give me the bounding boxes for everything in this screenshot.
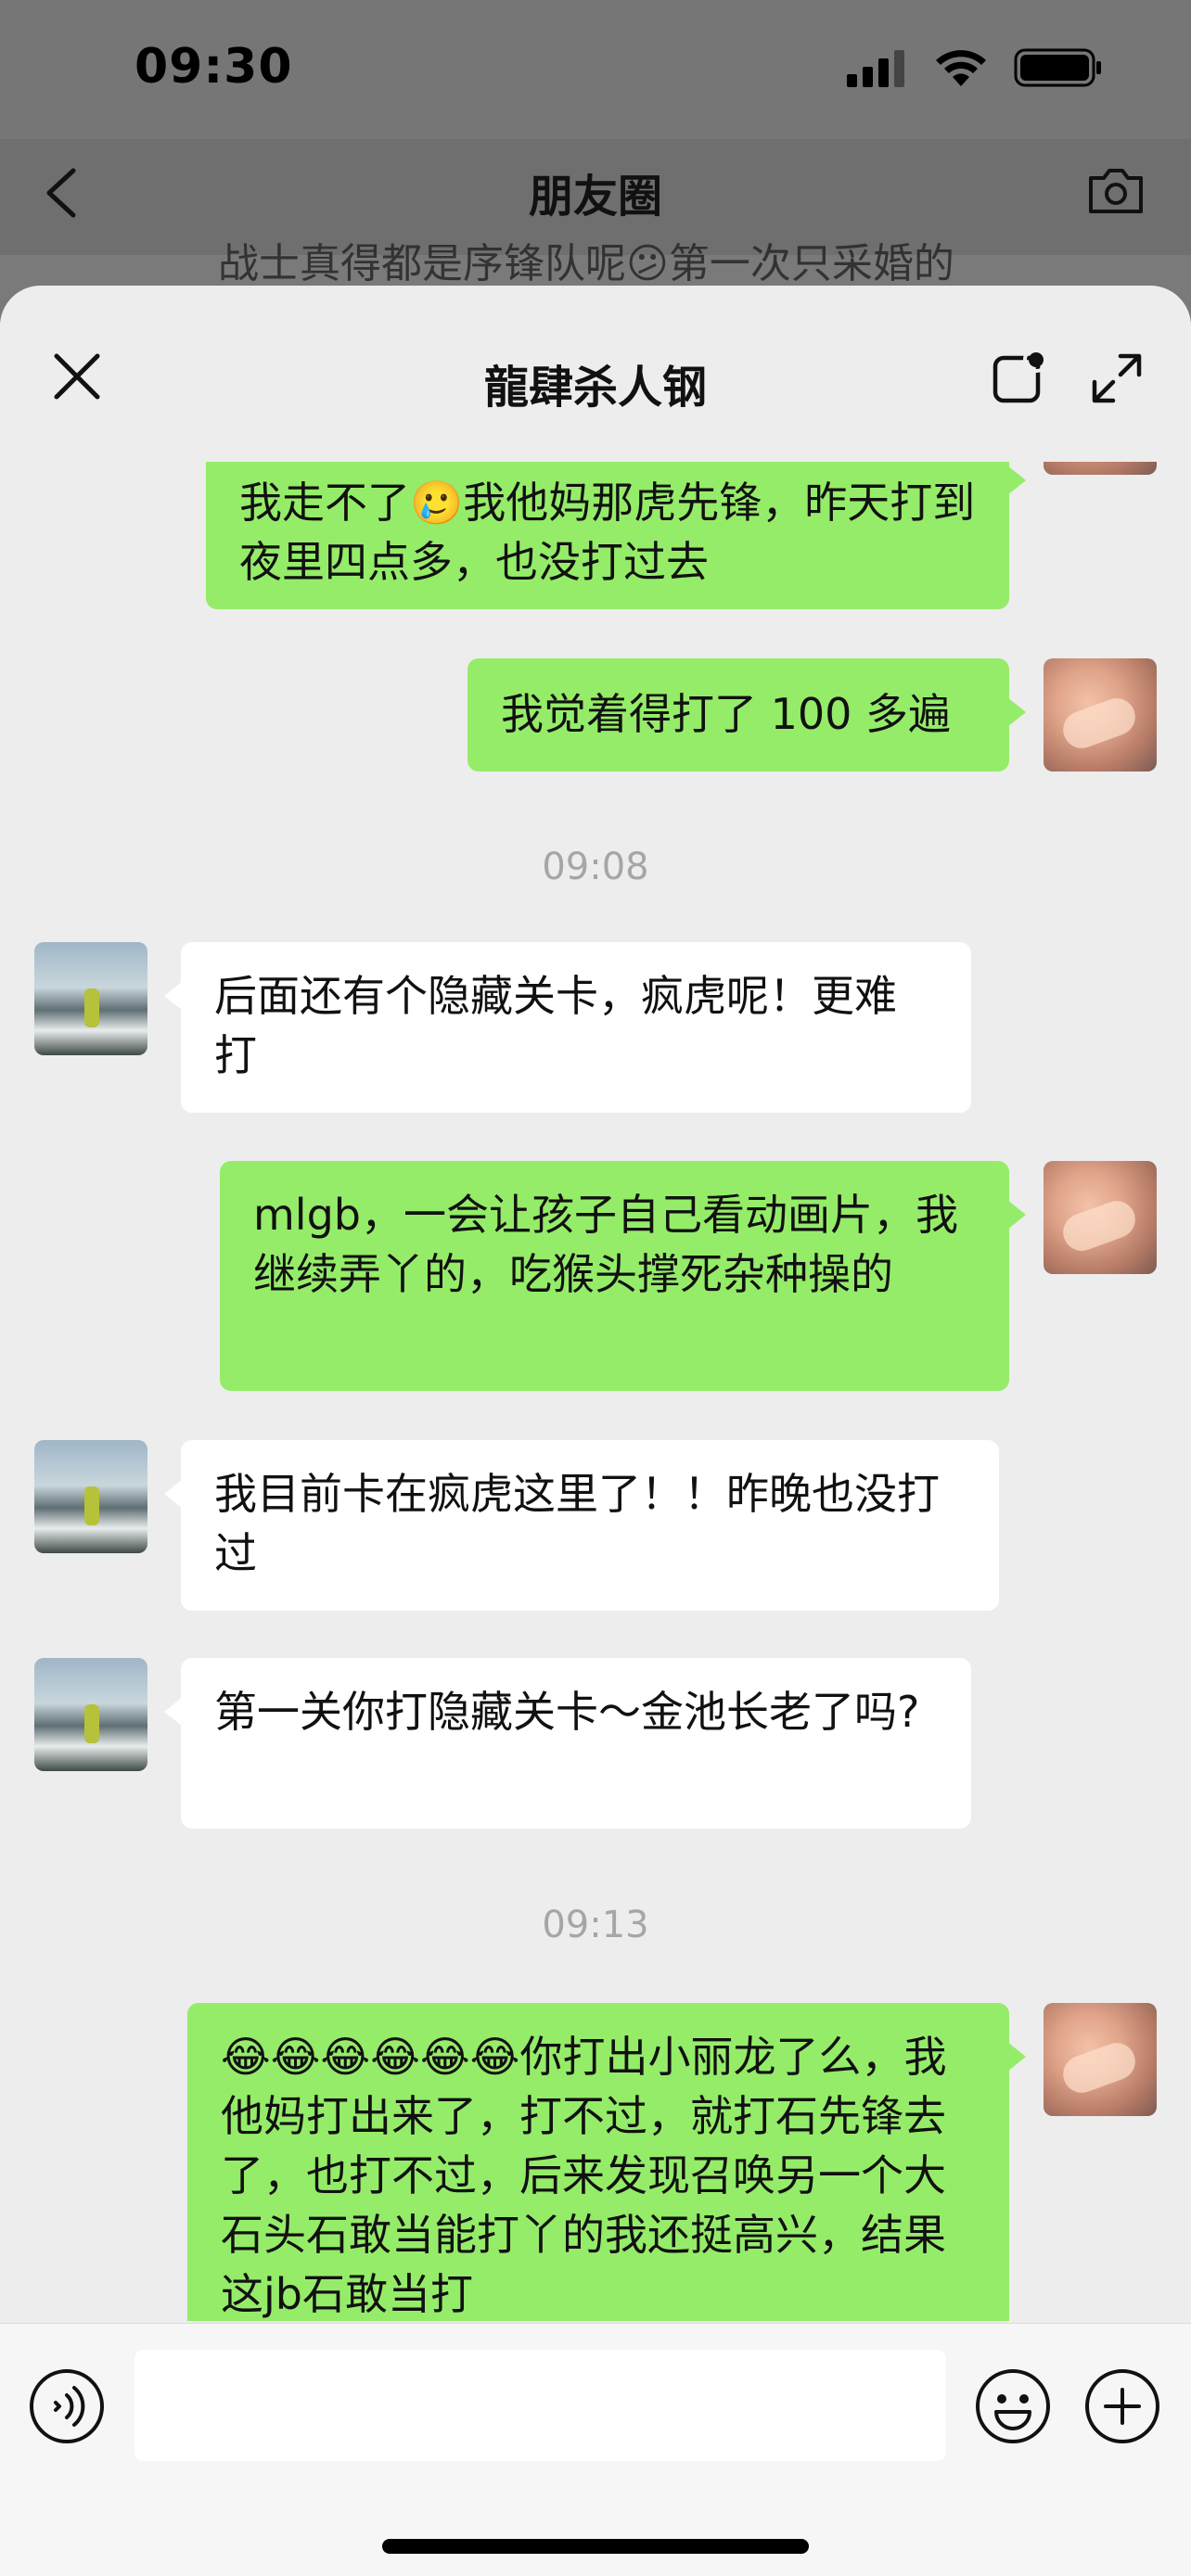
sheet-header: 龍肆杀人钢 xyxy=(0,286,1191,462)
avatar-me[interactable] xyxy=(1044,1161,1157,1274)
message-bubble-friend[interactable]: 第一关你打隐藏关卡～金池长老了吗? xyxy=(164,1658,971,1829)
message-input[interactable] xyxy=(134,2350,946,2461)
avatar-friend[interactable] xyxy=(34,942,147,1055)
avatar-me[interactable] xyxy=(1044,2003,1157,2116)
open-window-icon[interactable] xyxy=(992,349,1047,404)
chat-sheet: 龍肆杀人钢 我走不了🥲我他妈那虎先锋，昨天打到夜里四点多，也没打过去 我觉着得打… xyxy=(0,286,1191,2576)
message-bubble-me[interactable]: mlgb，一会让孩子自己看动画片，我继续弄丫的，吃猴头撑死杂种操的 xyxy=(220,1161,1026,1391)
avatar-friend[interactable] xyxy=(34,1658,147,1771)
plus-icon[interactable] xyxy=(1083,2367,1161,2445)
status-time: 09:30 xyxy=(134,39,293,95)
chat-timestamp: 09:13 xyxy=(542,1904,649,1946)
camera-icon[interactable] xyxy=(1087,165,1145,215)
home-indicator[interactable] xyxy=(382,2539,809,2554)
message-bubble-me[interactable]: 我觉着得打了 100 多遍 xyxy=(467,658,1026,772)
message-bubble-me[interactable]: 我走不了🥲我他妈那虎先锋，昨天打到夜里四点多，也没打过去 xyxy=(206,462,1026,609)
chat-messages[interactable]: 我走不了🥲我他妈那虎先锋，昨天打到夜里四点多，也没打过去 我觉着得打了 100 … xyxy=(0,462,1191,2321)
chat-timestamp: 09:08 xyxy=(542,846,649,888)
signal-icon xyxy=(847,50,904,87)
moments-title: 朋友圈 xyxy=(528,171,662,223)
expand-icon[interactable] xyxy=(1089,351,1145,406)
battery-icon xyxy=(1014,48,1101,87)
voice-icon[interactable] xyxy=(28,2367,106,2445)
status-bar: 09:30 xyxy=(0,0,1191,139)
message-bubble-me[interactable]: 😂😂😂😂😂😂你打出小丽龙了么，我他妈打出来了，打不过，就打石先锋去了，也打不过，… xyxy=(187,2003,1026,2321)
avatar-me[interactable] xyxy=(1044,462,1157,475)
wifi-icon xyxy=(936,50,986,86)
status-icons xyxy=(847,46,1103,89)
avatar-me[interactable] xyxy=(1044,658,1157,772)
emoji-icon[interactable] xyxy=(974,2367,1052,2445)
message-bubble-friend[interactable]: 我目前卡在疯虎这里了！！昨晚也没打过 xyxy=(164,1440,999,1611)
message-bubble-friend[interactable]: 后面还有个隐藏关卡，疯虎呢！更难打 xyxy=(164,942,971,1113)
moments-peek-text: 战士真得都是序锋队呢😕第一次只采婚的 xyxy=(218,240,954,287)
avatar-friend[interactable] xyxy=(34,1440,147,1553)
